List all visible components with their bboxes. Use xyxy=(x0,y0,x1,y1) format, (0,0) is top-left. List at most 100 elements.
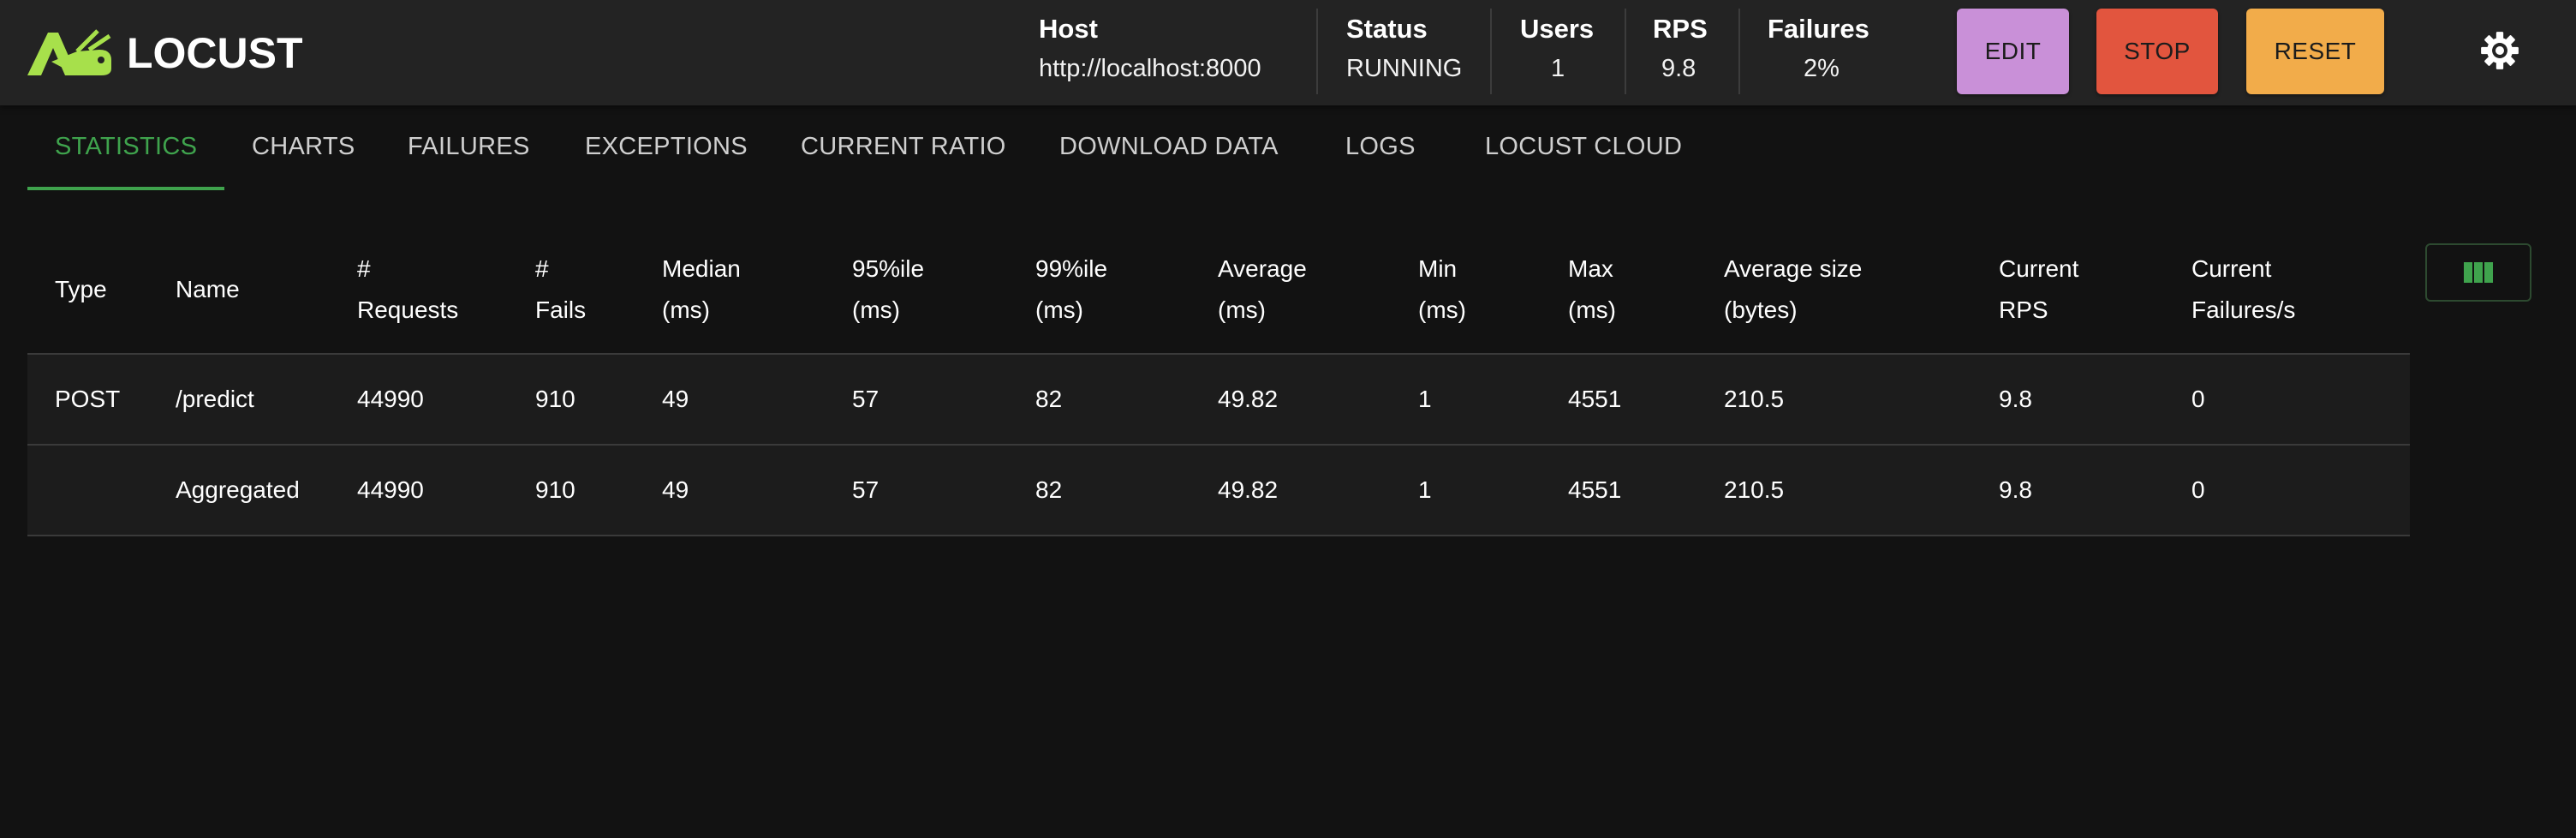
stat-status-value: RUNNING xyxy=(1346,55,1463,82)
column-header-line: Name xyxy=(176,276,240,302)
table-cell: 44990 xyxy=(357,386,424,412)
tab-logs[interactable]: LOGS xyxy=(1345,105,1416,188)
column-header-line: Average xyxy=(1218,255,1307,282)
app-header: LOCUST Host http://localhost:8000 Status… xyxy=(0,0,2576,105)
columns-icon xyxy=(2464,262,2493,283)
tab-locust-cloud[interactable]: LOCUST CLOUD xyxy=(1485,105,1682,188)
table-cell: 910 xyxy=(535,386,575,412)
column-header-99ile[interactable]: 99%ile (ms) xyxy=(1035,248,1107,331)
stat-status: Status RUNNING xyxy=(1346,0,1475,105)
column-header-line: Type xyxy=(55,276,107,302)
stat-host-value: http://localhost:8000 xyxy=(1039,55,1261,82)
table-cell: 49 xyxy=(662,386,689,412)
tab-download-data[interactable]: DOWNLOAD DATA xyxy=(1059,105,1279,188)
tab-statistics[interactable]: STATISTICS xyxy=(55,105,197,188)
stat-failures-value: 2% xyxy=(1804,55,1840,82)
table-cell: 82 xyxy=(1035,476,1063,503)
column-header-line: (ms) xyxy=(1218,296,1266,323)
column-header-line: Max xyxy=(1568,255,1613,282)
column-header-line: Current xyxy=(2191,255,2272,282)
table-cell: 0 xyxy=(2191,386,2205,412)
stat-rps-value: 9.8 xyxy=(1661,55,1696,82)
table-cell: 49.82 xyxy=(1218,476,1279,503)
column-header-line: (ms) xyxy=(1035,296,1083,323)
table-cell: 44990 xyxy=(357,476,424,503)
column-header-line: Median xyxy=(662,255,741,282)
tab-current-ratio[interactable]: CURRENT RATIO xyxy=(801,105,1006,188)
column-header-current-rps[interactable]: Current RPS xyxy=(1999,248,2078,331)
table-cell: 4551 xyxy=(1568,386,1622,412)
table-header: Type Name # Requests # Fails Median (ms) 95… xyxy=(27,214,2410,353)
select-columns-button[interactable] xyxy=(2425,243,2531,302)
table-cell: 210.5 xyxy=(1724,476,1785,503)
column-header-line: (ms) xyxy=(852,296,900,323)
stat-failures: Failures 2% xyxy=(1768,0,1887,105)
column-header-line: Min xyxy=(1418,255,1458,282)
table-row: Aggregated 44990 910 49 57 82 49.82 1 45… xyxy=(27,444,2410,536)
column-header-line: 95%ile xyxy=(852,255,925,282)
column-header-line: # xyxy=(357,255,371,282)
column-header-requests[interactable]: # Requests xyxy=(357,248,458,331)
column-header-line: Current xyxy=(1999,255,2079,282)
stat-rps: RPS 9.8 xyxy=(1653,0,1721,105)
divider xyxy=(1625,9,1626,94)
column-header-line: Failures/s xyxy=(2191,296,2296,323)
table-cell: 82 xyxy=(1035,386,1063,412)
reset-button[interactable]: RESET xyxy=(2246,9,2384,94)
logo-text: LOCUST xyxy=(127,29,303,77)
table-cell: Aggregated xyxy=(176,476,300,503)
gear-icon[interactable] xyxy=(2478,29,2521,72)
column-header-type[interactable]: Type xyxy=(55,269,107,310)
table-cell: 57 xyxy=(852,476,880,503)
stat-rps-label: RPS xyxy=(1653,14,1708,44)
column-header-min[interactable]: Min (ms) xyxy=(1418,248,1466,331)
table-cell: 9.8 xyxy=(1999,386,2032,412)
stat-users-value: 1 xyxy=(1551,55,1565,82)
column-header-fails[interactable]: # Fails xyxy=(535,248,586,331)
column-header-line: (ms) xyxy=(662,296,710,323)
stat-failures-label: Failures xyxy=(1768,14,1869,44)
column-header-name[interactable]: Name xyxy=(176,269,240,310)
table-row: POST /predict 44990 910 49 57 82 49.82 1… xyxy=(27,353,2410,444)
stat-host: Host http://localhost:8000 xyxy=(1039,0,1296,105)
column-header-line: (ms) xyxy=(1568,296,1616,323)
column-header-line: RPS xyxy=(1999,296,2048,323)
active-tab-indicator xyxy=(27,187,224,190)
tab-bar: STATISTICS CHARTS FAILURES EXCEPTIONS CU… xyxy=(0,105,2576,191)
table-cell: 9.8 xyxy=(1999,476,2032,503)
statistics-table: Type Name # Requests # Fails Median (ms) 95… xyxy=(27,214,2410,536)
table-cell: POST xyxy=(55,386,121,412)
column-header-line: Fails xyxy=(535,296,587,323)
column-header-max[interactable]: Max (ms) xyxy=(1568,248,1616,331)
divider xyxy=(1316,9,1318,94)
logo[interactable]: LOCUST xyxy=(26,26,303,81)
table-cell: 49.82 xyxy=(1218,386,1279,412)
table-cell: 0 xyxy=(2191,476,2205,503)
table-cell: 210.5 xyxy=(1724,386,1785,412)
table-cell: 910 xyxy=(535,476,575,503)
column-header-95ile[interactable]: 95%ile (ms) xyxy=(852,248,924,331)
tab-failures[interactable]: FAILURES xyxy=(408,105,530,188)
stat-status-label: Status xyxy=(1346,14,1428,44)
tab-exceptions[interactable]: EXCEPTIONS xyxy=(585,105,748,188)
column-header-average-size[interactable]: Average size (bytes) xyxy=(1724,248,1862,331)
column-header-average[interactable]: Average (ms) xyxy=(1218,248,1307,331)
column-header-current-failures[interactable]: Current Failures/s xyxy=(2191,248,2295,331)
stop-button[interactable]: STOP xyxy=(2096,9,2218,94)
stat-users: Users 1 xyxy=(1520,0,1597,105)
tab-charts[interactable]: CHARTS xyxy=(252,105,355,188)
stat-host-label: Host xyxy=(1039,14,1098,44)
table-cell: 4551 xyxy=(1568,476,1622,503)
column-header-line: (bytes) xyxy=(1724,296,1798,323)
column-header-median[interactable]: Median (ms) xyxy=(662,248,741,331)
table-cell: 49 xyxy=(662,476,689,503)
divider xyxy=(1490,9,1492,94)
table-cell: 1 xyxy=(1418,386,1432,412)
stat-users-label: Users xyxy=(1520,14,1595,44)
edit-button[interactable]: EDIT xyxy=(1957,9,2069,94)
column-header-line: 99%ile xyxy=(1035,255,1108,282)
column-header-line: (ms) xyxy=(1418,296,1466,323)
table-cell: 1 xyxy=(1418,476,1432,503)
column-header-line: Average size xyxy=(1724,255,1863,282)
divider xyxy=(1738,9,1740,94)
